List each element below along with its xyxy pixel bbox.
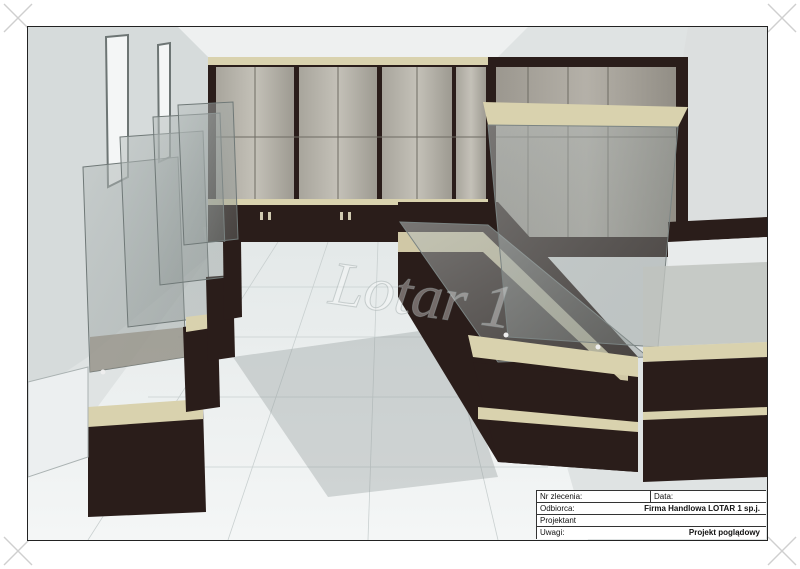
title-block-row-notes: Uwagi: Projekt poglądowy	[537, 527, 766, 539]
drawing-frame: Lotar 1	[27, 26, 768, 541]
title-block-divider	[650, 491, 651, 503]
date-label: Data:	[654, 492, 674, 501]
recipient-label: Odbiorca:	[540, 504, 575, 513]
order-number-label: Nr zlecenia:	[540, 492, 583, 501]
notes-label: Uwagi:	[540, 528, 565, 537]
recipient-value: Firma Handlowa LOTAR 1 sp.j.	[644, 504, 760, 513]
store-interior-render: Lotar 1	[28, 27, 767, 540]
corner-mark-bottom-right	[767, 536, 797, 566]
title-block-row-designer: Projektant	[537, 515, 766, 527]
notes-value: Projekt poglądowy	[688, 528, 760, 537]
corner-mark-top-right	[767, 3, 797, 33]
designer-label: Projektant	[540, 516, 577, 525]
title-block-row-order: Nr zlecenia: Data:	[537, 491, 766, 503]
title-block-row-recipient: Odbiorca: Firma Handlowa LOTAR 1 sp.j.	[537, 503, 766, 515]
title-block: Nr zlecenia: Data: Odbiorca: Firma Handl…	[536, 490, 766, 539]
